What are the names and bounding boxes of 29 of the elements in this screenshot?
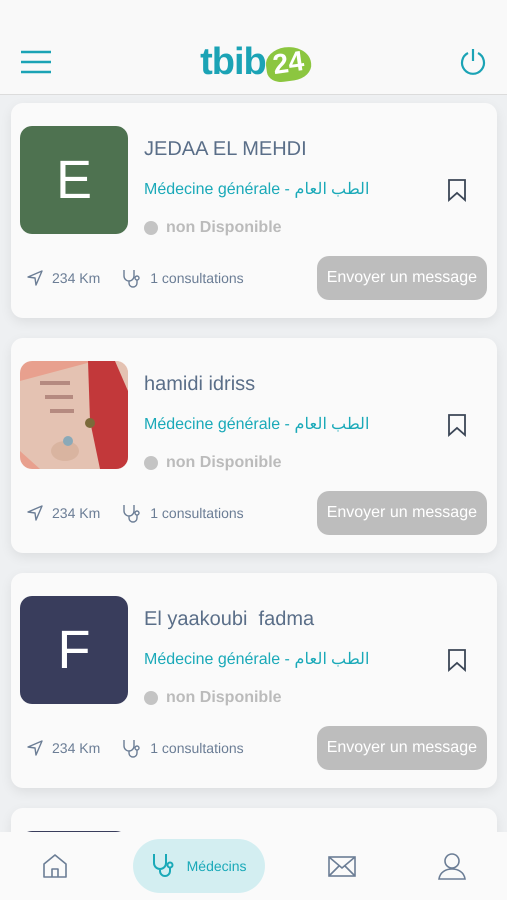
- status-text: non Disponible: [166, 688, 282, 708]
- user-icon: [438, 852, 466, 880]
- consultations-count: 1 consultations: [150, 504, 244, 522]
- distance: 234 Km: [52, 504, 100, 522]
- bookmark-icon[interactable]: [447, 648, 467, 672]
- stethoscope-icon: [122, 268, 142, 288]
- avatar: E: [20, 126, 128, 234]
- status-text: non Disponible: [166, 218, 282, 238]
- navigation-icon: [26, 739, 44, 757]
- navigation-icon: [26, 269, 44, 287]
- doctor-name: hamidi idriss: [144, 372, 256, 397]
- logo: tbib 24: [200, 43, 311, 81]
- avatar: F: [20, 596, 128, 704]
- status-text: non Disponible: [166, 453, 282, 473]
- menu-icon[interactable]: [20, 50, 52, 74]
- distance: 234 Km: [52, 268, 100, 288]
- stethoscope-icon: [122, 503, 142, 523]
- distance: 234 Km: [52, 738, 100, 758]
- power-icon[interactable]: [458, 48, 487, 76]
- home-icon: [40, 852, 69, 880]
- consultations-count: 1 consultations: [150, 268, 244, 288]
- consultations-count: 1 consultations: [150, 738, 244, 758]
- bookmark-icon[interactable]: [447, 178, 467, 202]
- nav-tab[interactable]: Médecins: [132, 839, 265, 893]
- stethoscope-icon: [122, 738, 142, 758]
- navigation-icon: [26, 504, 44, 522]
- doctor-name: JEDAA EL MEHDI: [144, 137, 308, 162]
- bookmark-icon[interactable]: [447, 413, 467, 437]
- doctor-name: El yaakoubi fadma: [144, 607, 316, 632]
